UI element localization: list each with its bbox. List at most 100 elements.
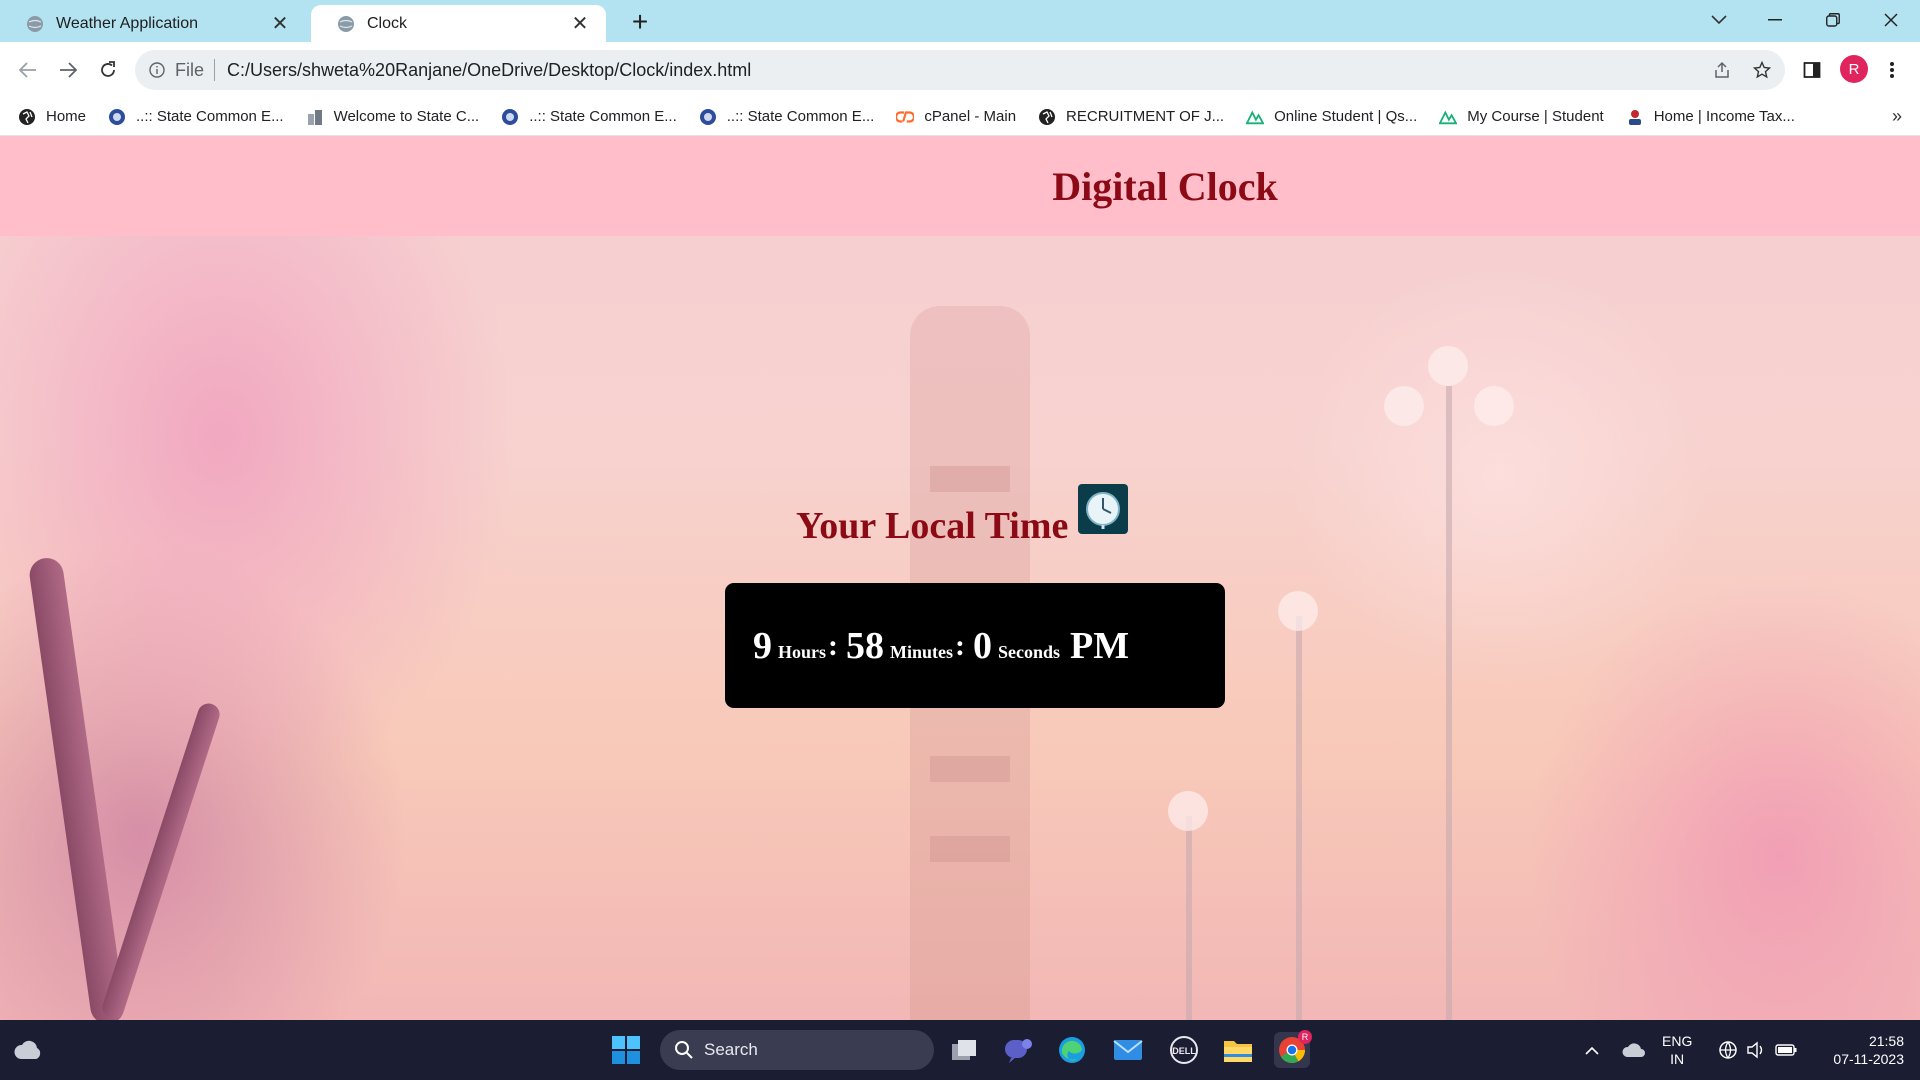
- time-separator: :: [828, 628, 839, 662]
- edge-browser-icon[interactable]: [1054, 1032, 1090, 1068]
- bookmark-state-common-1[interactable]: ..:: State Common E...: [108, 108, 284, 126]
- forward-button[interactable]: [52, 54, 84, 86]
- tower-detail: [930, 756, 1010, 782]
- divider: [214, 59, 216, 81]
- back-button[interactable]: [12, 54, 44, 86]
- clock-icon: [1078, 484, 1129, 534]
- side-panel-icon[interactable]: [1796, 54, 1828, 86]
- tray-date: 07-11-2023: [1833, 1051, 1904, 1067]
- page-content: Digital Clock Your Local Time 9 Hours : …: [0, 136, 1920, 1020]
- lamp-head: [1278, 591, 1318, 631]
- tab-search-chevron-icon[interactable]: [1692, 0, 1746, 40]
- bookmark-home[interactable]: Home: [18, 108, 86, 126]
- bookmark-state-common-3[interactable]: ..:: State Common E...: [699, 108, 875, 126]
- seal-icon: [699, 108, 717, 126]
- lamp-head: [1428, 346, 1468, 386]
- hours-label: Hours: [778, 642, 827, 662]
- search-label: Search: [704, 1040, 758, 1059]
- lamp-post: [1186, 816, 1192, 1020]
- cpanel-icon: [896, 108, 915, 126]
- show-hidden-icons-chevron[interactable]: [1574, 1032, 1610, 1068]
- tab-clock[interactable]: Clock ✕: [311, 5, 606, 42]
- bookmark-label: My Course | Student: [1467, 108, 1604, 125]
- lamp-post: [1446, 386, 1452, 1020]
- scheme-label: File: [175, 59, 205, 80]
- taskbar-search[interactable]: Search: [660, 1030, 934, 1070]
- restore-button[interactable]: [1806, 0, 1860, 40]
- header-banner: Digital Clock: [0, 136, 1920, 236]
- lamp-head: [1168, 791, 1208, 831]
- address-bar[interactable]: File C:/Users/shweta%20Ranjane/OneDrive/…: [135, 50, 1785, 90]
- battery-icon[interactable]: [1768, 1032, 1804, 1068]
- share-icon[interactable]: [1706, 54, 1738, 86]
- page-title: Digital Clock: [1052, 163, 1278, 209]
- bookmark-income-tax[interactable]: Home | Income Tax...: [1626, 108, 1795, 126]
- language-indicator[interactable]: ENG IN: [1662, 1032, 1692, 1068]
- minimize-button[interactable]: [1748, 0, 1802, 40]
- svg-text:DELL: DELL: [1172, 1046, 1196, 1056]
- search-icon: [675, 1041, 693, 1059]
- bookmark-welcome-state[interactable]: Welcome to State C...: [306, 108, 480, 126]
- start-windows-icon[interactable]: [608, 1032, 644, 1068]
- lamp-post: [1296, 616, 1302, 1020]
- chrome-profile-badge: R: [1298, 1030, 1312, 1044]
- lamp-head: [1384, 386, 1424, 426]
- globe-icon: [18, 108, 36, 126]
- minutes-value: 58: [846, 624, 885, 667]
- bookmark-label: ..:: State Common E...: [726, 108, 875, 125]
- close-window-button[interactable]: [1864, 0, 1918, 40]
- bookmark-my-course[interactable]: My Course | Student: [1439, 108, 1604, 126]
- close-tab-icon[interactable]: ✕: [268, 11, 292, 36]
- tab-title: Weather Application: [56, 14, 199, 32]
- bookmark-star-icon[interactable]: [1746, 54, 1778, 86]
- more-bookmarks-chevron[interactable]: »: [1892, 106, 1902, 127]
- url-text[interactable]: C:/Users/shweta%20Ranjane/OneDrive/Deskt…: [227, 60, 751, 81]
- bookmark-label: ..:: State Common E...: [136, 108, 284, 125]
- bookmark-online-student[interactable]: Online Student | Qs...: [1246, 108, 1417, 126]
- tab-strip: Weather Application ✕ Clock ✕ +: [0, 0, 1920, 42]
- seal-icon: [501, 108, 519, 126]
- bookmark-cpanel[interactable]: cPanel - Main: [896, 108, 1016, 126]
- tray-time: 21:58: [1868, 1033, 1904, 1049]
- task-view-icon[interactable]: [946, 1032, 982, 1068]
- close-tab-icon[interactable]: ✕: [568, 11, 592, 36]
- bookmark-label: Welcome to State C...: [333, 108, 480, 125]
- info-icon[interactable]: [149, 62, 165, 78]
- globe-icon: [338, 15, 354, 32]
- incometax-icon: [1626, 108, 1644, 126]
- teams-chat-icon[interactable]: [1000, 1032, 1036, 1068]
- menu-kebab-icon[interactable]: [1876, 54, 1908, 86]
- windows-taskbar: Search DELL R ENG IN 21:58 07-11-2023: [0, 1020, 1920, 1080]
- hours-value: 9: [753, 624, 772, 667]
- clock-tray[interactable]: 21:58 07-11-2023: [1812, 1032, 1904, 1068]
- seal-icon: [108, 108, 126, 126]
- dell-icon[interactable]: DELL: [1166, 1032, 1202, 1068]
- qspiders-icon: [1439, 108, 1458, 126]
- weather-widget-icon[interactable]: [10, 1032, 46, 1068]
- mail-icon[interactable]: [1110, 1032, 1146, 1068]
- tree-trunk: [27, 555, 127, 1020]
- time-separator: :: [955, 628, 966, 662]
- new-tab-button[interactable]: +: [624, 6, 656, 38]
- profile-avatar[interactable]: R: [1840, 55, 1868, 83]
- browser-toolbar: File C:/Users/shweta%20Ranjane/OneDrive/…: [0, 42, 1920, 98]
- region-code: IN: [1670, 1051, 1685, 1067]
- bookmark-label: Home | Income Tax...: [1653, 108, 1795, 125]
- reload-button[interactable]: [92, 54, 124, 86]
- am-pm-indicator: PM: [1070, 624, 1130, 667]
- bookmark-label: Online Student | Qs...: [1274, 108, 1418, 125]
- bookmark-label: ..:: State Common E...: [529, 108, 677, 125]
- tree-trunk: [99, 700, 223, 1020]
- seconds-label: Seconds: [998, 642, 1061, 662]
- bookmark-state-common-2[interactable]: ..:: State Common E...: [501, 108, 677, 126]
- bookmark-label: cPanel - Main: [924, 108, 1017, 125]
- lamp-head: [1474, 386, 1514, 426]
- bookmark-recruitment[interactable]: RECRUITMENT OF J...: [1038, 108, 1224, 126]
- tab-title: Clock: [367, 14, 408, 32]
- language-code: ENG: [1662, 1033, 1693, 1049]
- local-time-heading: Your Local Time: [796, 484, 1129, 548]
- onedrive-cloud-icon[interactable]: [1616, 1032, 1652, 1068]
- tab-weather-application[interactable]: Weather Application ✕: [0, 5, 306, 42]
- qspiders-icon: [1246, 108, 1265, 126]
- file-explorer-icon[interactable]: [1220, 1032, 1256, 1068]
